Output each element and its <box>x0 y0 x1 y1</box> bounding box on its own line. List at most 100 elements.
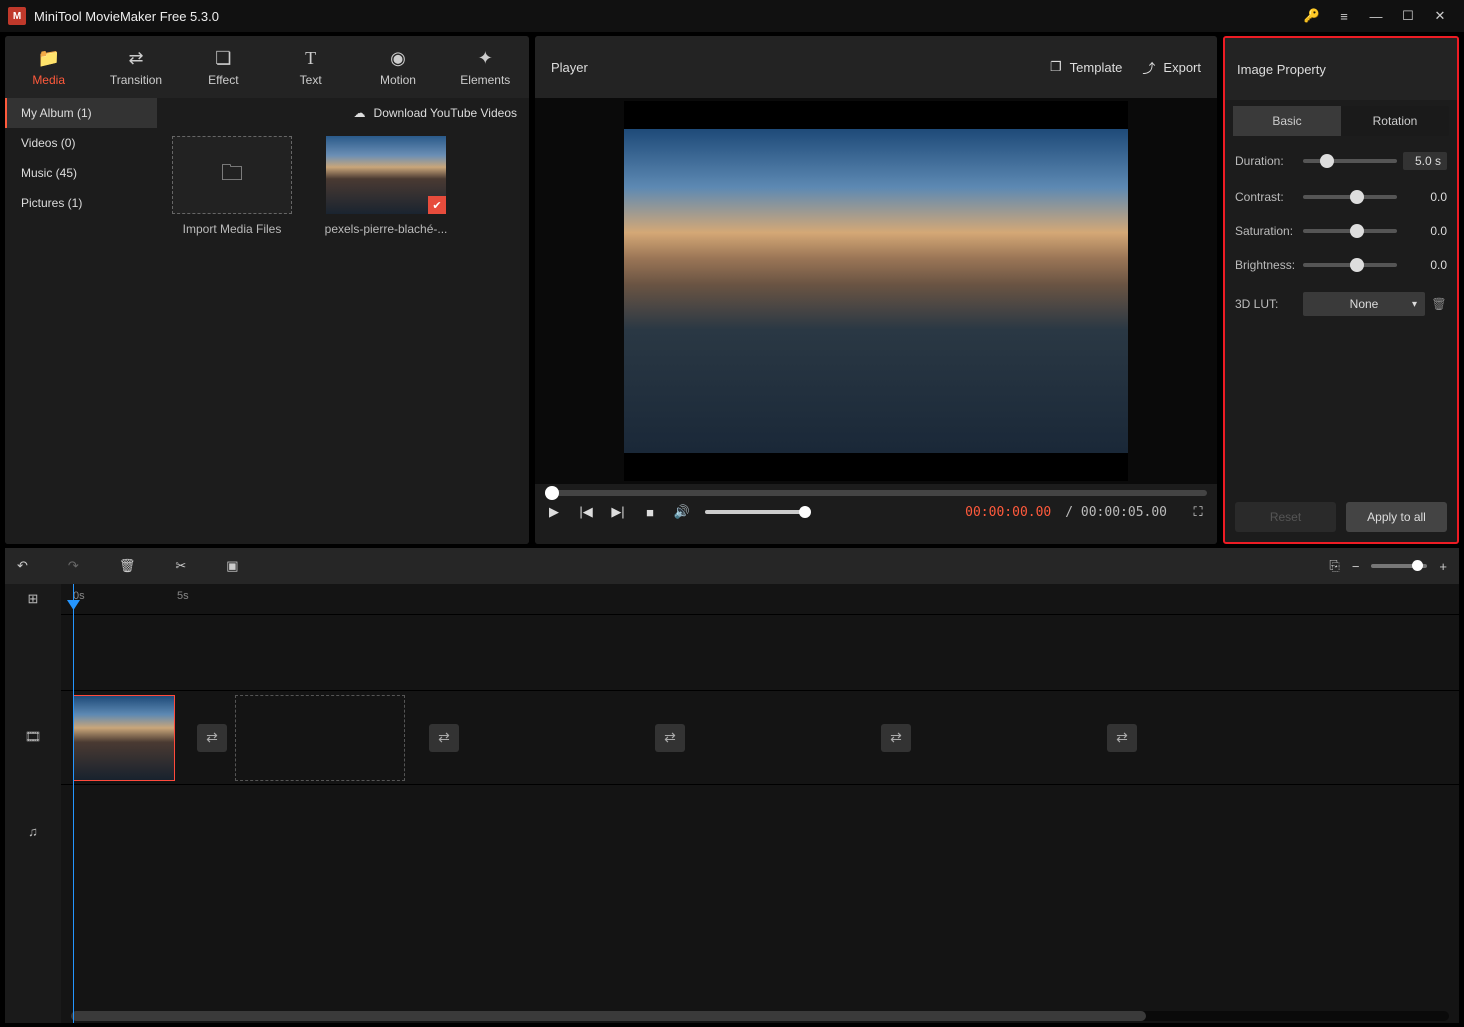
menu-icon[interactable]: ≡ <box>1328 0 1360 32</box>
lut-select[interactable]: None <box>1303 292 1425 316</box>
brightness-label: Brightness: <box>1235 258 1297 272</box>
app-title: MiniTool MovieMaker Free 5.3.0 <box>34 9 1296 24</box>
saturation-slider[interactable] <box>1303 229 1397 233</box>
transition-icon: ⇄ <box>128 48 143 69</box>
effect-icon: ❏ <box>215 48 231 69</box>
zoom-in-button[interactable]: + <box>1439 559 1447 574</box>
tab-basic[interactable]: Basic <box>1233 106 1341 136</box>
audio-track-icon: ♫ <box>5 784 61 878</box>
duration-value[interactable]: 5.0 s <box>1403 152 1447 170</box>
zoom-slider[interactable] <box>1371 564 1427 568</box>
timeline-scrollbar[interactable] <box>71 1011 1449 1021</box>
title-bar: M MiniTool MovieMaker Free 5.3.0 🔑 ≡ — ☐… <box>0 0 1464 32</box>
lut-value: None <box>1350 297 1379 311</box>
duration-slider[interactable] <box>1303 159 1397 163</box>
audio-track[interactable] <box>61 784 1459 878</box>
reset-button[interactable]: Reset <box>1235 502 1336 532</box>
timeline-clip[interactable] <box>73 695 175 781</box>
tab-media[interactable]: 📁Media <box>5 36 92 98</box>
transition-slot[interactable]: ⇄ <box>881 724 911 752</box>
motion-icon: ◉ <box>390 48 406 69</box>
add-track-button[interactable]: ⊞ <box>5 584 61 614</box>
media-sidebar: My Album (1) Videos (0) Music (45) Pictu… <box>5 98 157 544</box>
undo-button[interactable]: ↶ <box>17 558 28 574</box>
playhead[interactable] <box>73 584 74 1023</box>
stop-button[interactable]: ■ <box>641 505 659 520</box>
fullscreen-button[interactable]: ⛶ <box>1189 504 1207 520</box>
tab-transition[interactable]: ⇄ Transition <box>92 36 179 98</box>
key-icon[interactable]: 🔑 <box>1296 0 1328 32</box>
close-button[interactable]: ✕ <box>1424 0 1456 32</box>
export-button[interactable]: ⤴ Export <box>1142 58 1201 77</box>
tab-rotation[interactable]: Rotation <box>1341 106 1449 136</box>
brightness-value: 0.0 <box>1403 258 1447 272</box>
tab-media-label: Media <box>32 73 65 87</box>
video-track-icon: 🎞 <box>5 690 61 784</box>
download-youtube-link[interactable]: ☁ Download YouTube Videos <box>157 98 529 128</box>
crop-button[interactable]: ▣ <box>226 558 238 574</box>
sidebar-item-pictures[interactable]: Pictures (1) <box>5 188 157 218</box>
upload-icon: ⤴ <box>1142 58 1155 77</box>
image-property-title: Image Property <box>1225 38 1457 100</box>
elements-icon: ✦ <box>478 48 493 69</box>
lut-row: 3D LUT: None 🗑 <box>1225 282 1457 326</box>
play-button[interactable]: ▶ <box>545 504 563 520</box>
sidebar-item-album[interactable]: My Album (1) <box>5 98 157 128</box>
timeline: ⊞ 🎞 ♫ 0s 5s ⇄ ⇄ ⇄ ⇄ ⇄ <box>5 584 1459 1023</box>
next-frame-button[interactable]: ▶| <box>609 504 627 520</box>
tab-motion-label: Motion <box>380 73 416 87</box>
empty-slot[interactable] <box>235 695 405 781</box>
tab-effect[interactable]: ❏Effect <box>180 36 267 98</box>
zoom-out-button[interactable]: − <box>1352 559 1360 574</box>
trash-icon[interactable]: 🗑 <box>1431 297 1447 311</box>
split-button[interactable]: ✂ <box>175 558 186 574</box>
tab-elements-label: Elements <box>460 73 510 87</box>
download-youtube-label: Download YouTube Videos <box>374 106 517 120</box>
overlay-track[interactable] <box>61 614 1459 690</box>
transition-slot[interactable]: ⇄ <box>1107 724 1137 752</box>
maximize-button[interactable]: ☐ <box>1392 0 1424 32</box>
tab-transition-label: Transition <box>110 73 162 87</box>
layers-icon: ❐ <box>1050 59 1062 75</box>
import-media-label: Import Media Files <box>183 222 282 236</box>
timeline-body[interactable]: 0s 5s ⇄ ⇄ ⇄ ⇄ ⇄ <box>61 584 1459 1023</box>
apply-all-button[interactable]: Apply to all <box>1346 502 1447 532</box>
ruler-mark-5: 5s <box>177 590 189 602</box>
contrast-value: 0.0 <box>1403 190 1447 204</box>
tab-text[interactable]: TText <box>267 36 354 98</box>
sidebar-item-videos[interactable]: Videos (0) <box>5 128 157 158</box>
template-label: Template <box>1070 60 1123 75</box>
media-clip-tile[interactable]: ✔ pexels-pierre-blaché-... <box>321 136 451 236</box>
total-time: / 00:00:05.00 <box>1065 505 1167 520</box>
minimize-button[interactable]: — <box>1360 0 1392 32</box>
transition-slot[interactable]: ⇄ <box>197 724 227 752</box>
prev-frame-button[interactable]: |◀ <box>577 504 595 520</box>
text-icon: T <box>305 48 316 69</box>
seek-slider[interactable] <box>545 490 1207 496</box>
duration-row: Duration: 5.0 s <box>1225 142 1457 180</box>
template-button[interactable]: ❐ Template <box>1050 59 1122 75</box>
contrast-row: Contrast: 0.0 <box>1225 180 1457 214</box>
volume-slider[interactable] <box>705 510 805 514</box>
time-ruler[interactable]: 0s 5s <box>61 584 1459 614</box>
fit-timeline-icon[interactable]: ⎘ <box>1329 558 1339 574</box>
check-icon: ✔ <box>428 196 446 214</box>
volume-icon[interactable]: 🔊 <box>673 504 691 520</box>
sidebar-item-music[interactable]: Music (45) <box>5 158 157 188</box>
contrast-slider[interactable] <box>1303 195 1397 199</box>
delete-button[interactable]: 🗑 <box>119 558 136 574</box>
preview-viewport <box>624 101 1128 481</box>
player-title: Player <box>551 60 1030 75</box>
video-track[interactable]: ⇄ ⇄ ⇄ ⇄ ⇄ <box>61 690 1459 784</box>
tab-motion[interactable]: ◉ Motion <box>354 36 441 98</box>
redo-button[interactable]: ↷ <box>68 558 79 574</box>
brightness-slider[interactable] <box>1303 263 1397 267</box>
transition-slot[interactable]: ⇄ <box>655 724 685 752</box>
transition-slot[interactable]: ⇄ <box>429 724 459 752</box>
contrast-label: Contrast: <box>1235 190 1297 204</box>
tab-elements[interactable]: ✦ Elements <box>442 36 529 98</box>
current-time: 00:00:00.00 <box>965 505 1051 520</box>
export-label: Export <box>1163 60 1201 75</box>
timeline-toolbar: ↶ ↷ 🗑 ✂ ▣ ⎘ − + <box>5 548 1459 584</box>
import-media-tile[interactable]: 🗀 Import Media Files <box>167 136 297 236</box>
